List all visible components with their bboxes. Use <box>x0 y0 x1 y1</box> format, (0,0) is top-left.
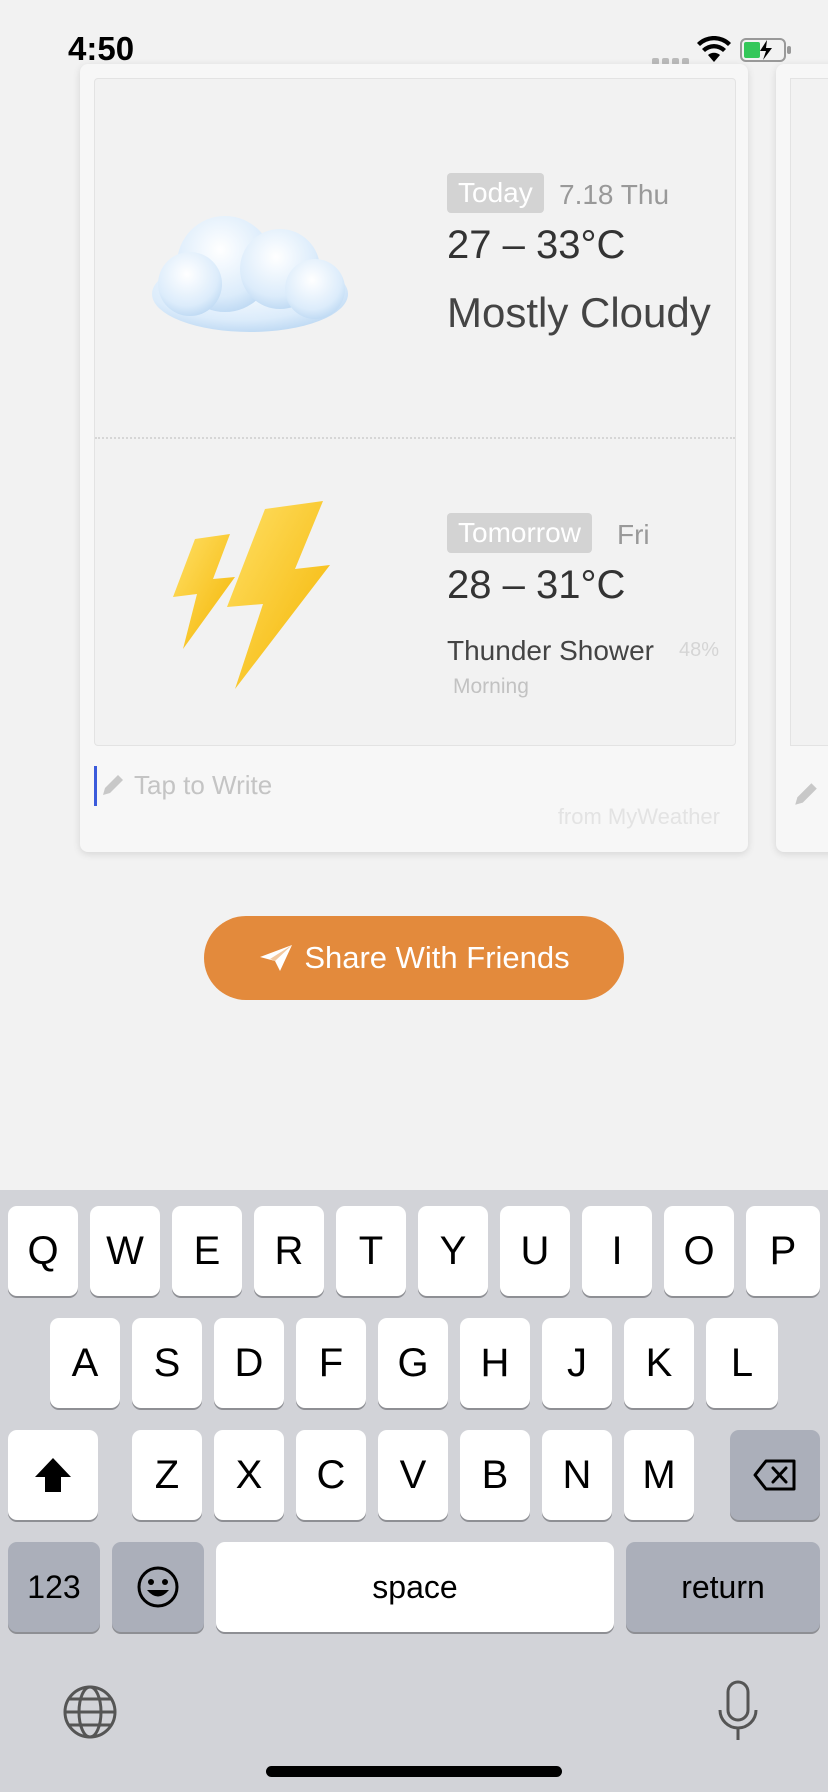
key-f[interactable]: F <box>296 1318 366 1408</box>
key-q[interactable]: Q <box>8 1206 78 1296</box>
key-g[interactable]: G <box>378 1318 448 1408</box>
microphone-icon[interactable] <box>716 1680 760 1744</box>
paper-plane-icon <box>260 945 293 971</box>
key-t[interactable]: T <box>336 1206 406 1296</box>
pencil-icon <box>103 775 123 795</box>
key-p[interactable]: P <box>746 1206 820 1296</box>
home-indicator <box>266 1766 562 1777</box>
signal-dots-icon <box>652 52 692 65</box>
keyboard: Q W E R T Y U I O P A S D F G H J K L Z … <box>0 1190 828 1792</box>
delete-key[interactable] <box>730 1430 820 1520</box>
key-c[interactable]: C <box>296 1430 366 1520</box>
key-e[interactable]: E <box>172 1206 242 1296</box>
cloud-icon <box>152 216 348 332</box>
precip-period: Morning <box>453 675 529 698</box>
share-with-friends-button[interactable]: Share With Friends <box>204 916 624 1000</box>
key-n[interactable]: N <box>542 1430 612 1520</box>
shift-key[interactable] <box>8 1430 98 1520</box>
lightning-icon <box>173 501 330 689</box>
note-placeholder: Tap to Write <box>134 770 273 800</box>
forecast-panel: Today 7.18 Thu 27 – 33°C Mostly Cloudy T… <box>94 78 736 746</box>
key-h[interactable]: H <box>460 1318 530 1408</box>
key-a[interactable]: A <box>50 1318 120 1408</box>
key-k[interactable]: K <box>624 1318 694 1408</box>
globe-icon[interactable] <box>62 1684 118 1740</box>
key-z[interactable]: Z <box>132 1430 202 1520</box>
tomorrow-temp: 28 – 31°C <box>447 563 626 607</box>
today-condition: Mostly Cloudy <box>447 289 711 336</box>
pencil-icon <box>795 783 817 805</box>
source-label: from MyWeather <box>557 804 720 829</box>
key-b[interactable]: B <box>460 1430 530 1520</box>
emoji-icon <box>137 1566 179 1608</box>
emoji-key[interactable] <box>112 1542 204 1632</box>
status-time: 4:50 <box>68 30 135 67</box>
key-r[interactable]: R <box>254 1206 324 1296</box>
battery-charging-icon <box>740 38 791 62</box>
key-j[interactable]: J <box>542 1318 612 1408</box>
wifi-icon <box>697 36 731 62</box>
key-l[interactable]: L <box>706 1318 778 1408</box>
weather-card: Today 7.18 Thu 27 – 33°C Mostly Cloudy T… <box>80 64 748 852</box>
share-button-label: Share With Friends <box>304 940 570 975</box>
text-cursor <box>94 766 97 806</box>
backspace-icon <box>753 1459 796 1491</box>
today-date: 7.18 Thu <box>559 179 670 210</box>
key-v[interactable]: V <box>378 1430 448 1520</box>
key-m[interactable]: M <box>624 1430 694 1520</box>
key-d[interactable]: D <box>214 1318 284 1408</box>
key-y[interactable]: Y <box>418 1206 488 1296</box>
numbers-key[interactable]: 123 <box>8 1542 100 1632</box>
today-temp: 27 – 33°C <box>447 223 626 267</box>
tomorrow-tag: Tomorrow <box>447 513 592 553</box>
tomorrow-condition: Thunder Shower <box>447 635 655 666</box>
note-input[interactable]: Tap to Write from MyWeather <box>94 754 734 844</box>
today-tag: Today <box>447 173 544 213</box>
precip-chance: 48% <box>679 639 720 661</box>
key-i[interactable]: I <box>582 1206 652 1296</box>
tomorrow-day: Fri <box>617 519 650 550</box>
key-u[interactable]: U <box>500 1206 570 1296</box>
key-x[interactable]: X <box>214 1430 284 1520</box>
next-weather-card[interactable] <box>776 64 828 852</box>
key-s[interactable]: S <box>132 1318 202 1408</box>
space-key[interactable]: space <box>216 1542 614 1632</box>
divider <box>95 437 735 439</box>
key-w[interactable]: W <box>90 1206 160 1296</box>
return-key[interactable]: return <box>626 1542 820 1632</box>
key-o[interactable]: O <box>664 1206 734 1296</box>
shift-icon <box>35 1458 71 1492</box>
